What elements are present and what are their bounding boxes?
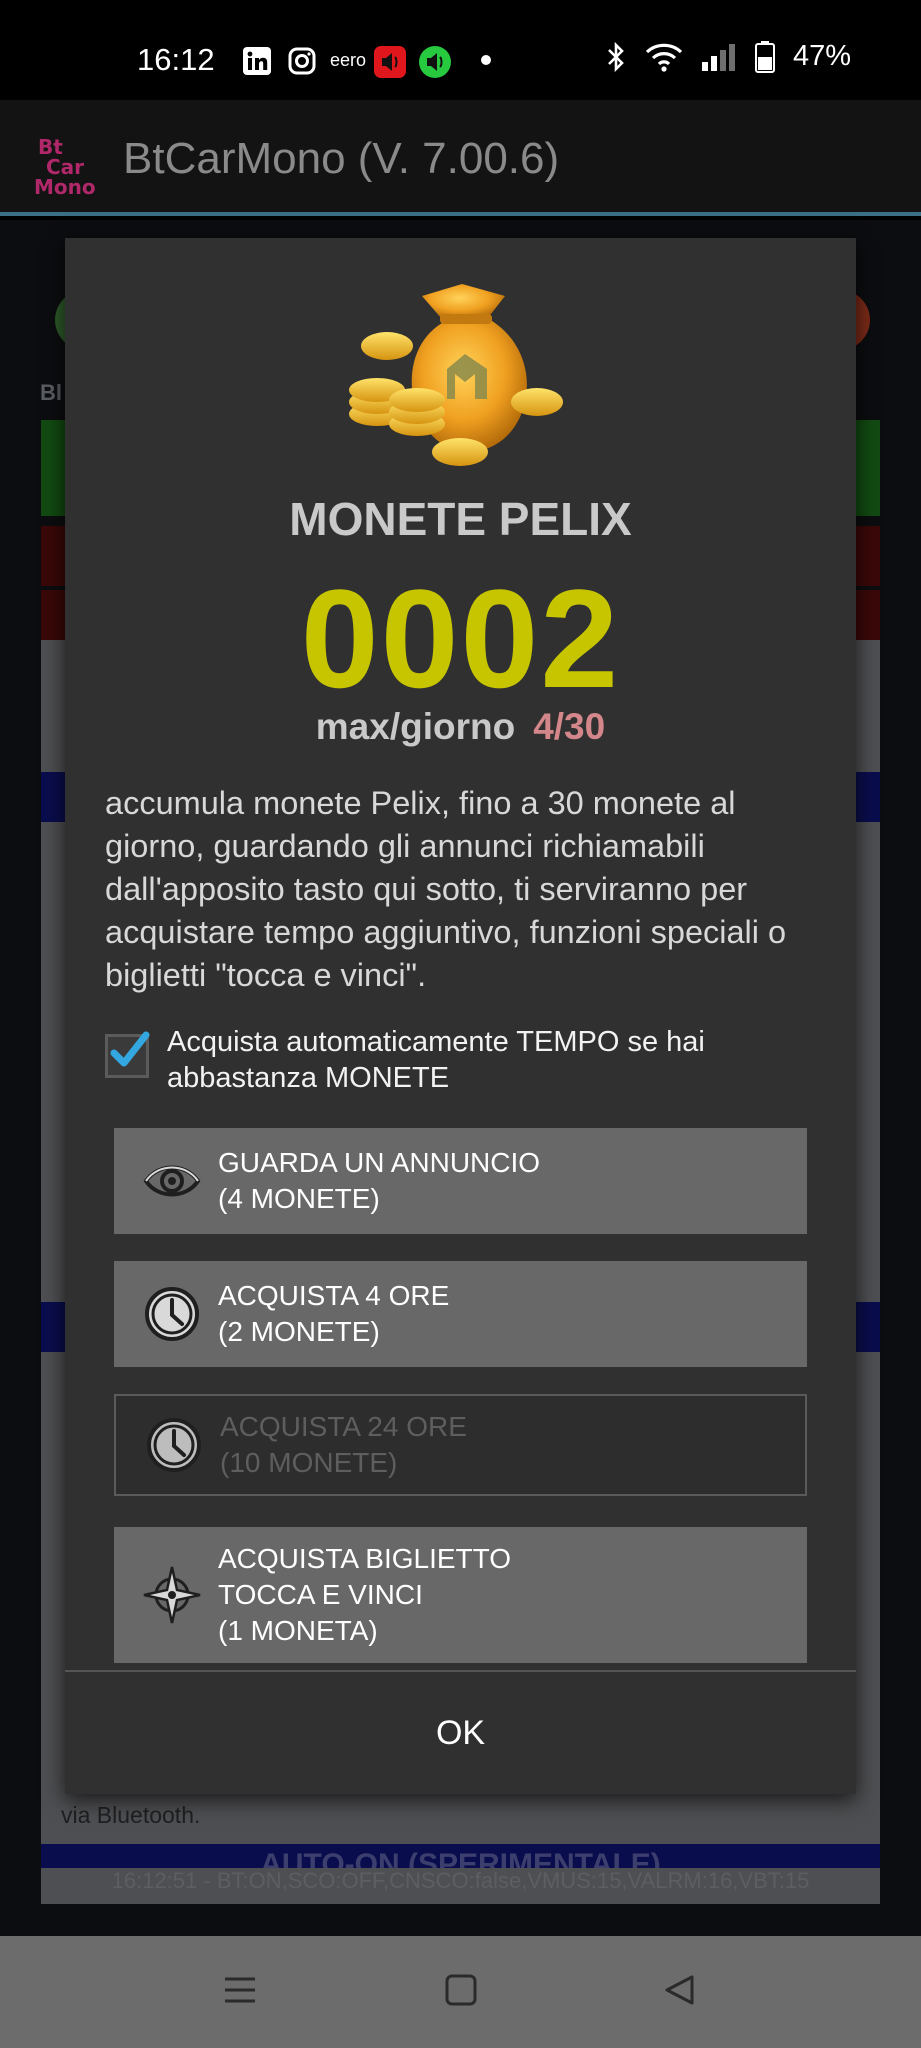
signal-icon	[701, 43, 735, 71]
bg-partial-banner: AUTO-ON (SPERIMENTALE)	[260, 1848, 661, 1868]
green-speaker-icon	[419, 46, 451, 78]
auto-buy-label-line1: Acquista automaticamente TEMPO se hai	[167, 1026, 705, 1058]
coins-dialog: MONETE PELIX 0002 max/giorno 4/30 accumul…	[65, 238, 856, 1794]
status-right: 47%	[605, 40, 851, 73]
dialog-description: accumula monete Pelix, fino a 30 monete …	[105, 785, 787, 993]
buy-ticket-label: ACQUISTA BIGLIETTO TOCCA E VINCI (1 MONE…	[218, 1541, 511, 1649]
buy-4-hours-button[interactable]: ACQUISTA 4 ORE (2 MONETE)	[114, 1261, 807, 1367]
daily-max-label: max/giorno	[315, 706, 516, 747]
clock-icon	[145, 1287, 199, 1341]
buy-24-hours-button[interactable]: ACQUISTA 24 ORE (10 MONETE)	[114, 1394, 807, 1496]
buy-4-hours-label-line1: ACQUISTA 4 ORE	[218, 1280, 450, 1311]
auto-buy-checkbox-row[interactable]: Acquista automaticamente TEMPO se hai ab…	[105, 1024, 825, 1104]
buy-ticket-button[interactable]: ACQUISTA BIGLIETTO TOCCA E VINCI (1 MONE…	[114, 1527, 807, 1663]
battery-percent: 47%	[792, 40, 851, 72]
buy-4-hours-label: ACQUISTA 4 ORE (2 MONETE)	[218, 1278, 449, 1350]
app-logo: Bt Car Mono	[34, 135, 96, 196]
app-title: BtCarMono (V. 7.00.6)	[123, 134, 560, 183]
wifi-icon	[645, 43, 683, 72]
watch-ad-label: GUARDA UN ANNUNCIO (4 MONETE)	[218, 1145, 540, 1217]
compass-icon	[143, 1566, 201, 1624]
auto-buy-label-line2: abbastanza MONETE	[167, 1062, 450, 1094]
navigation-bar	[0, 1936, 921, 2048]
red-speaker-icon	[374, 46, 406, 78]
auto-buy-checkbox[interactable]	[105, 1031, 150, 1078]
back-triangle-icon[interactable]	[662, 1972, 698, 2008]
home-square-icon[interactable]	[443, 1972, 479, 2008]
buy-24-hours-label-line2: (10 MONETE)	[220, 1447, 398, 1478]
buy-ticket-label-line1: ACQUISTA BIGLIETTO	[218, 1543, 512, 1574]
buy-24-hours-label-line1: ACQUISTA 24 ORE	[220, 1411, 467, 1442]
ok-button[interactable]: OK	[65, 1672, 856, 1794]
bg-partial-text: via Bluetooth.	[61, 1802, 201, 1828]
svg-text:Mono: Mono	[34, 175, 96, 196]
clock-icon	[147, 1418, 201, 1472]
dot-icon	[481, 55, 491, 65]
bg-label: Bl	[40, 380, 62, 405]
dialog-title: MONETE PELIX	[289, 493, 632, 545]
status-bar: 16:12 eero 47%	[0, 0, 921, 100]
bluetooth-icon	[608, 41, 624, 72]
daily-max-value: 4/30	[533, 706, 606, 747]
buy-4-hours-label-line2: (2 MONETE)	[218, 1316, 380, 1347]
battery-icon	[754, 40, 775, 73]
auto-buy-label: Acquista automaticamente TEMPO se hai ab…	[167, 1024, 807, 1096]
buy-24-hours-label: ACQUISTA 24 ORE (10 MONETE)	[220, 1409, 467, 1481]
watch-ad-label-line1: GUARDA UN ANNUNCIO	[218, 1147, 541, 1178]
eye-icon	[143, 1165, 201, 1197]
app-bar: Bt Car Mono BtCarMono (V. 7.00.6)	[0, 100, 921, 216]
coin-count: 0002	[300, 560, 621, 717]
linkedin-icon	[243, 47, 271, 75]
buy-ticket-label-line3: (1 MONETA)	[218, 1615, 378, 1646]
bg-blue-strip-3: AUTO-ON (SPERIMENTALE)	[41, 1844, 880, 1868]
bg-status-line: 16:12:51 - BT:ON,SCO:OFF,CNSCO:false,VMU…	[111, 1868, 810, 1893]
buy-ticket-label-line2: TOCCA E VINCI	[218, 1579, 423, 1610]
status-time: 16:12	[137, 42, 215, 77]
instagram-icon	[288, 47, 316, 75]
menu-icon[interactable]	[222, 1972, 258, 2008]
coin-bag-icon	[349, 284, 563, 466]
watch-ad-button[interactable]: GUARDA UN ANNUNCIO (4 MONETE)	[114, 1128, 807, 1234]
checkmark-icon	[110, 1031, 150, 1067]
eero-icon: eero	[330, 50, 367, 70]
daily-max: max/giorno 4/30	[65, 706, 856, 748]
watch-ad-label-line2: (4 MONETE)	[218, 1183, 380, 1214]
